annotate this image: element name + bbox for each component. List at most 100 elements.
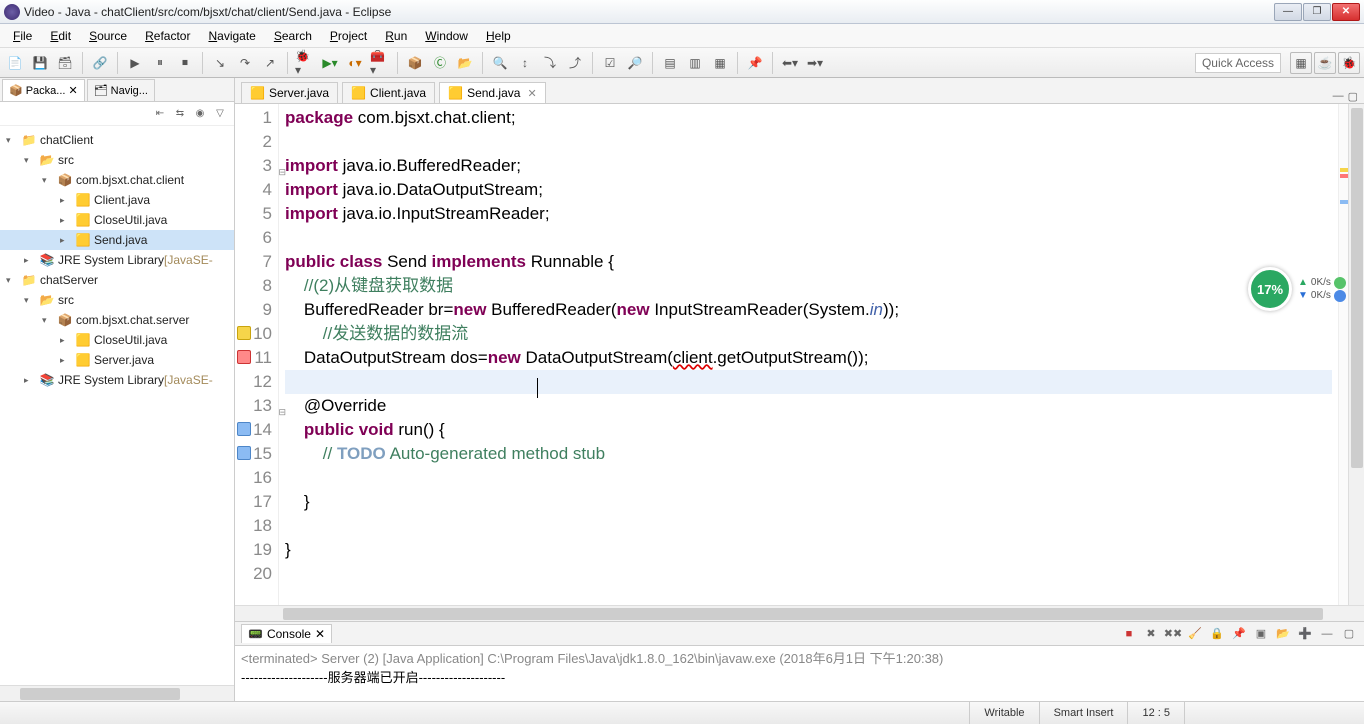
tab-console[interactable]: 📟 Console ✕ [241, 624, 332, 643]
tree-item[interactable]: ▸🟨CloseUtil.java [0, 330, 234, 350]
debug-suspend-button[interactable]: ⏸ [149, 52, 171, 74]
close-icon[interactable]: ✕ [68, 84, 77, 97]
tree-item[interactable]: ▸🟨CloseUtil.java [0, 210, 234, 230]
java-perspective-button[interactable]: ☕ [1314, 52, 1336, 74]
terminate-button[interactable]: ■ [1120, 625, 1138, 643]
line-number[interactable]: 1 [235, 106, 272, 130]
line-number[interactable]: 9 [235, 298, 272, 322]
tree-item[interactable]: ▾📁chatServer [0, 270, 234, 290]
code-line[interactable]: //(2)从键盘获取数据 [285, 274, 1332, 298]
menu-run[interactable]: Run [376, 26, 416, 46]
remove-launch-button[interactable]: ✖ [1142, 625, 1160, 643]
code-line[interactable] [285, 562, 1332, 586]
tree-item[interactable]: ▾📁chatClient [0, 130, 234, 150]
tree-item[interactable]: ▾📦com.bjsxt.chat.server [0, 310, 234, 330]
console-min-button[interactable]: — [1318, 625, 1336, 643]
editor-max-button[interactable]: ▢ [1348, 90, 1358, 103]
new-class-button[interactable]: Ⓒ [429, 52, 451, 74]
line-number[interactable]: 18 [235, 514, 272, 538]
pin-button[interactable]: 📌 [744, 52, 766, 74]
expand-icon[interactable]: ▸ [24, 375, 36, 386]
expand-icon[interactable]: ▸ [24, 255, 36, 266]
line-number-gutter[interactable]: 123⊟45678910111213⊟14151617181920 [235, 104, 279, 605]
step-over-button[interactable]: ↷ [234, 52, 256, 74]
menu-edit[interactable]: Edit [41, 26, 80, 46]
code-content[interactable]: package com.bjsxt.chat.client; import ja… [279, 104, 1338, 605]
line-number[interactable]: 5 [235, 202, 272, 226]
external-tools-button[interactable]: 🧰▾ [369, 52, 391, 74]
open-type-button[interactable]: 📂 [454, 52, 476, 74]
code-line[interactable]: package com.bjsxt.chat.client; [285, 106, 1332, 130]
code-line[interactable] [285, 466, 1332, 490]
clear-console-button[interactable]: 🧹 [1186, 625, 1204, 643]
close-icon[interactable]: ✕ [527, 87, 536, 100]
line-number[interactable]: 7 [235, 250, 272, 274]
project-tree[interactable]: ▾📁chatClient▾📂src▾📦com.bjsxt.chat.client… [0, 126, 234, 685]
code-editor[interactable]: 123⊟45678910111213⊟14151617181920 packag… [235, 104, 1364, 605]
view-menu-button[interactable]: ▽ [212, 106, 228, 122]
network-monitor-widget[interactable]: 17% ▲0K/s ▼0K/s [1248, 264, 1358, 314]
close-button[interactable]: ✕ [1332, 3, 1360, 21]
code-line[interactable] [285, 370, 1332, 394]
expand-icon[interactable]: ▾ [6, 275, 18, 286]
save-button[interactable]: 💾 [29, 52, 51, 74]
expand-icon[interactable]: ▸ [60, 215, 72, 226]
tree-item[interactable]: ▸🟨Server.java [0, 350, 234, 370]
line-number[interactable]: 2 [235, 130, 272, 154]
new-console-button[interactable]: ➕ [1296, 625, 1314, 643]
code-line[interactable]: import java.io.BufferedReader; [285, 154, 1332, 178]
remove-all-button[interactable]: ✖✖ [1164, 625, 1182, 643]
run-dropdown-button[interactable]: ▶▾ [319, 52, 341, 74]
menu-file[interactable]: File [4, 26, 41, 46]
line-number[interactable]: 3 [235, 154, 272, 178]
menu-source[interactable]: Source [80, 26, 136, 46]
line-number[interactable]: 19 [235, 538, 272, 562]
code-line[interactable]: //发送数据的数据流 [285, 322, 1332, 346]
tab-package-explorer[interactable]: 📦 Packa... ✕ [2, 79, 85, 101]
err-marker-icon[interactable] [237, 350, 251, 364]
prev-annotation-button[interactable]: ⤴ [564, 52, 586, 74]
link-editor-button[interactable]: ⇆ [172, 106, 188, 122]
code-line[interactable]: BufferedReader br=new BufferedReader(new… [285, 298, 1332, 322]
code-line[interactable]: import java.io.InputStreamReader; [285, 202, 1332, 226]
expand-icon[interactable]: ▸ [60, 355, 72, 366]
line-number[interactable]: 8 [235, 274, 272, 298]
expand-icon[interactable]: ▸ [60, 195, 72, 206]
expand-icon[interactable]: ▾ [42, 175, 54, 186]
expand-icon[interactable]: ▾ [42, 315, 54, 326]
expand-icon[interactable]: ▸ [60, 235, 72, 246]
code-line[interactable]: DataOutputStream dos=new DataOutputStrea… [285, 346, 1332, 370]
focus-task-button[interactable]: ◉ [192, 106, 208, 122]
line-number[interactable]: 17 [235, 490, 272, 514]
menu-window[interactable]: Window [416, 26, 477, 46]
new-package-button[interactable]: 📦 [404, 52, 426, 74]
forward-button[interactable]: ➡▾ [804, 52, 826, 74]
debug-perspective-button[interactable]: 🐞 [1338, 52, 1360, 74]
minimize-button[interactable]: — [1274, 3, 1302, 21]
code-line[interactable]: @Override [285, 394, 1332, 418]
save-all-button[interactable]: 🗃 [54, 52, 76, 74]
line-number[interactable]: 4 [235, 178, 272, 202]
expand-icon[interactable]: ▾ [24, 155, 36, 166]
sidebar-hscrollbar[interactable] [0, 685, 234, 701]
pin-console-button[interactable]: 📌 [1230, 625, 1248, 643]
layout-button2[interactable]: ▥ [684, 52, 706, 74]
console-output[interactable]: <terminated> Server (2) [Java Applicatio… [235, 646, 1364, 701]
code-line[interactable]: import java.io.DataOutputStream; [285, 178, 1332, 202]
menu-project[interactable]: Project [321, 26, 376, 46]
code-line[interactable]: } [285, 490, 1332, 514]
editor-tab[interactable]: 🟨Server.java [241, 82, 338, 103]
next-annotation-button[interactable]: ⤵ [539, 52, 561, 74]
line-number[interactable]: 12 [235, 370, 272, 394]
menu-navigate[interactable]: Navigate [199, 26, 264, 46]
tree-item[interactable]: ▾📦com.bjsxt.chat.client [0, 170, 234, 190]
line-number[interactable]: 16 [235, 466, 272, 490]
open-perspective-button[interactable]: ▦ [1290, 52, 1312, 74]
info-marker-icon[interactable] [237, 422, 251, 436]
code-line[interactable] [285, 226, 1332, 250]
step-into-button[interactable]: ↘ [209, 52, 231, 74]
back-button[interactable]: ⬅▾ [779, 52, 801, 74]
editor-tab[interactable]: 🟨Client.java [342, 82, 435, 103]
editor-min-button[interactable]: — [1333, 90, 1344, 103]
collapse-all-button[interactable]: ⇤ [152, 106, 168, 122]
